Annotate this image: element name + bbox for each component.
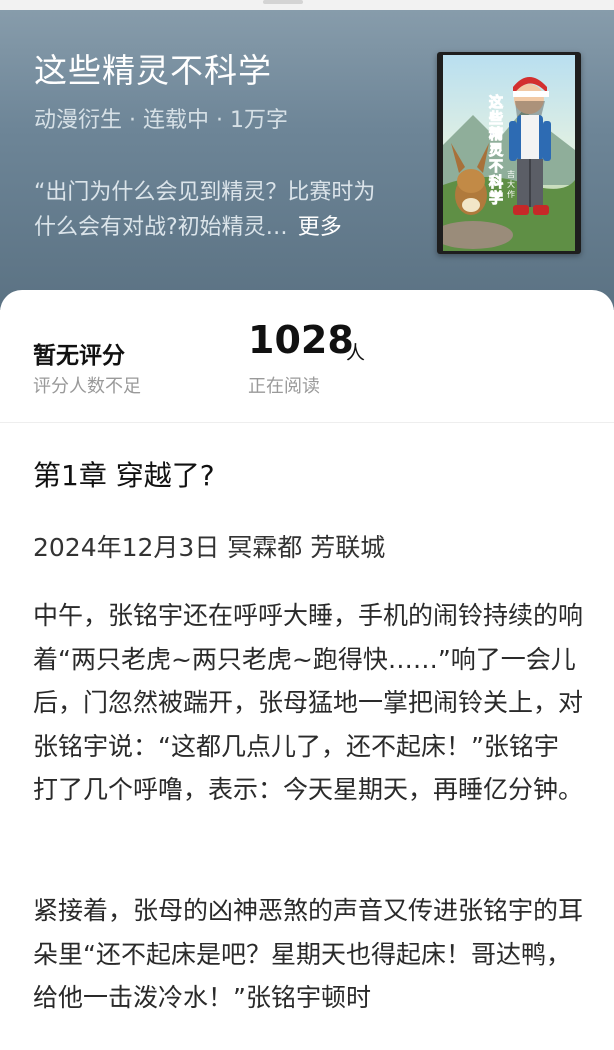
svg-text:吉: 吉 (507, 170, 515, 179)
info-card: 暂无评分 评分人数不足 1028 人 正在阅读 第1章 穿越了? 2024年12… (0, 290, 614, 1050)
svg-text:精: 精 (489, 126, 503, 143)
book-title: 这些精灵不科学 (34, 51, 272, 90)
svg-text:作: 作 (507, 189, 515, 199)
book-description[interactable]: “出门为什么会见到精灵？比赛时为什么会有对战?初始精灵… 更多 (34, 175, 394, 245)
svg-text:灵: 灵 (489, 143, 504, 159)
rating-label: 暂无评分 (33, 343, 125, 369)
svg-text:学: 学 (489, 190, 503, 207)
book-cover-art: 这 些 精 灵 不 科 学 吉 大 作 (443, 55, 575, 251)
top-strip (0, 0, 614, 10)
rating-subtext: 评分人数不足 (33, 376, 141, 397)
drag-handle[interactable] (263, 0, 303, 4)
divider (0, 422, 614, 423)
svg-text:大: 大 (507, 179, 515, 189)
book-cover[interactable]: 这 些 精 灵 不 科 学 吉 大 作 (437, 52, 581, 254)
more-link[interactable]: 更多 (298, 215, 342, 240)
svg-text:这: 这 (489, 94, 503, 111)
svg-text:些: 些 (489, 110, 503, 127)
svg-text:不: 不 (489, 159, 503, 175)
book-header: 这些精灵不科学 动漫衍生 · 连载中 · 1万字 “出门为什么会见到精灵？比赛时… (0, 10, 614, 310)
chapter-paragraph: 中午，张铭宇还在呼呼大睡，手机的闹铃持续的响着“两只老虎~两只老虎~跑得快……”… (33, 601, 584, 804)
svg-text:科: 科 (489, 174, 503, 191)
readers-count: 1028 (248, 318, 354, 362)
readers-unit: 人 (346, 342, 366, 364)
chapter-date-line: 2024年12月3日 冥霖都 芳联城 (33, 533, 386, 562)
chapter-title: 第1章 穿越了? (33, 459, 215, 492)
book-meta: 动漫衍生 · 连载中 · 1万字 (34, 108, 288, 133)
chapter-paragraph: 紧接着，张母的凶神恶煞的声音又传进张铭宇的耳朵里“还不起床是吧？星期天也得起床！… (33, 896, 584, 1012)
readers-subtext: 正在阅读 (248, 376, 320, 397)
